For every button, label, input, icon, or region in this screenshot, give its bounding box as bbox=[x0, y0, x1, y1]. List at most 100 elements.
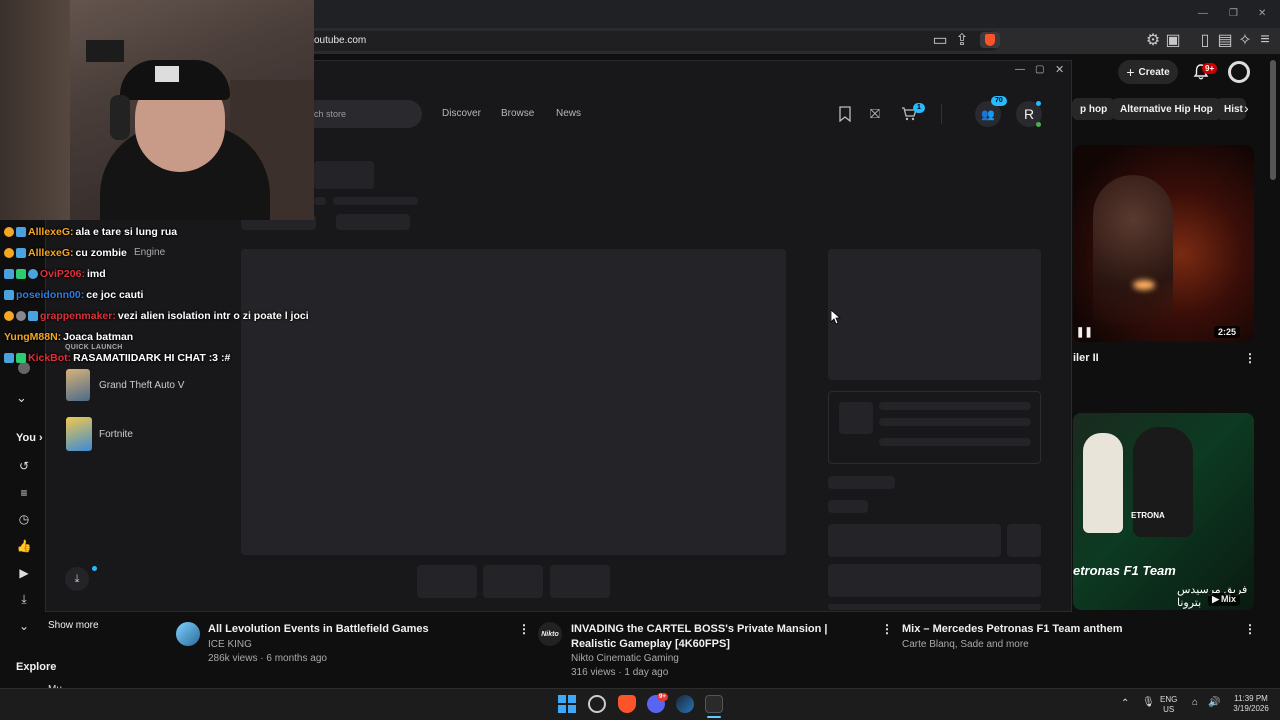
plus-icon: + bbox=[1126, 64, 1135, 80]
chevron-down-icon[interactable]: ⌄ bbox=[16, 390, 27, 406]
launcher-maximize-button[interactable]: ▢ bbox=[1035, 64, 1044, 75]
window-minimize-button[interactable]: — bbox=[1198, 8, 1208, 19]
your-videos-icon[interactable]: ▶ bbox=[16, 565, 32, 581]
extensions-icon[interactable]: ⚙ bbox=[1146, 32, 1160, 49]
downloads-icon[interactable]: ⤓ bbox=[16, 591, 32, 607]
windows-start-icon[interactable] bbox=[558, 695, 576, 713]
menu-icon[interactable]: ≡ bbox=[1258, 31, 1272, 48]
chip-alternative-hip-hop[interactable]: Alternative Hip Hop bbox=[1112, 98, 1221, 120]
quick-launch-gta-v[interactable]: Grand Theft Auto V bbox=[99, 380, 184, 391]
brave-icon[interactable] bbox=[618, 695, 636, 713]
account-avatar[interactable] bbox=[1228, 61, 1250, 83]
video-title[interactable]: INVADING the CARTEL BOSS's Private Mansi… bbox=[571, 622, 871, 652]
thumbnail-person bbox=[1133, 427, 1193, 537]
friends-count-badge: 70 bbox=[991, 96, 1007, 106]
leo-icon[interactable]: ✧ bbox=[1238, 32, 1252, 49]
chat-username[interactable]: poseidonn00: bbox=[16, 289, 84, 301]
chat-message: KickBot: RASAMATIIDARK HI CHAT :3 :# bbox=[4, 352, 230, 364]
chat-username[interactable]: KickBot: bbox=[28, 352, 71, 364]
chat-username[interactable]: YungM88N: bbox=[4, 331, 61, 343]
video-title[interactable]: Mix – Mercedes Petronas F1 Team anthem bbox=[902, 622, 1232, 637]
more-options-icon[interactable]: ⋮ bbox=[518, 622, 530, 636]
chat-text: cu zombie bbox=[75, 247, 127, 259]
brave-shield-icon[interactable] bbox=[980, 32, 1000, 48]
history-icon[interactable]: ↺ bbox=[16, 458, 32, 474]
region-code: US bbox=[1163, 705, 1175, 714]
video-thumbnail[interactable]: ETRONA etronas F1 Team فريق مرسيدس بترون… bbox=[1073, 413, 1254, 610]
gta-v-icon[interactable] bbox=[66, 369, 90, 401]
verified-badge-icon bbox=[16, 353, 26, 363]
channel-avatar[interactable]: Nikto bbox=[538, 622, 562, 646]
obs-icon[interactable] bbox=[588, 695, 606, 713]
epic-games-icon[interactable] bbox=[705, 695, 723, 713]
skeleton-placeholder bbox=[879, 438, 1031, 446]
video-title[interactable]: iler II bbox=[1073, 351, 1099, 366]
sidebar-show-more[interactable]: Show more bbox=[48, 620, 99, 631]
network-icon[interactable]: ⌂ bbox=[1192, 697, 1198, 708]
chip-history[interactable]: Hist bbox=[1216, 98, 1246, 120]
clock[interactable]: 11:39 PM 3/19/2026 bbox=[1228, 694, 1274, 714]
skeleton-placeholder bbox=[828, 564, 1041, 597]
playlists-icon[interactable]: ≡ bbox=[16, 485, 32, 501]
more-options-icon[interactable]: ⋮ bbox=[1244, 351, 1256, 365]
chat-badge-icon bbox=[16, 311, 26, 321]
more-options-icon[interactable]: ⋮ bbox=[881, 622, 893, 636]
gift-icon[interactable]: ⛝ bbox=[870, 106, 884, 122]
skeleton-placeholder bbox=[417, 565, 477, 598]
chat-username[interactable]: AlllexeG: bbox=[28, 226, 74, 238]
nav-news[interactable]: News bbox=[556, 108, 581, 119]
quick-launch-heading: QUICK LAUNCH bbox=[65, 344, 123, 351]
fortnite-icon[interactable] bbox=[66, 417, 92, 451]
volume-icon[interactable]: 🔊 bbox=[1208, 697, 1220, 708]
sword-badge-icon bbox=[4, 269, 14, 279]
window-restore-button[interactable]: ❐ bbox=[1229, 8, 1238, 19]
language-indicator[interactable]: ENG US bbox=[1160, 695, 1177, 715]
watch-later-icon[interactable]: ◷ bbox=[16, 511, 32, 527]
channel-name[interactable]: Nikto Cinematic Gaming bbox=[571, 653, 679, 664]
chat-message: YungM88N: Joaca batman bbox=[4, 331, 133, 343]
downloads-icon[interactable]: ⤓ bbox=[65, 567, 89, 591]
chat-badge-icon bbox=[16, 227, 26, 237]
video-thumbnail[interactable]: 2:25 ❚❚ bbox=[1073, 145, 1254, 342]
sidebar-you[interactable]: You › bbox=[16, 432, 43, 444]
launcher-minimize-button[interactable]: — bbox=[1015, 64, 1025, 75]
nav-discover[interactable]: Discover bbox=[442, 108, 481, 119]
channel-avatar[interactable] bbox=[176, 622, 200, 646]
wishlist-bookmark-icon[interactable] bbox=[838, 106, 852, 123]
wallet-icon[interactable]: ▤ bbox=[1217, 32, 1232, 49]
more-options-icon[interactable]: ⋮ bbox=[1244, 622, 1256, 636]
chat-username[interactable]: OviP206: bbox=[40, 268, 85, 280]
share-icon[interactable]: ⇪ bbox=[955, 32, 969, 49]
liked-videos-icon[interactable]: 👍 bbox=[16, 538, 32, 554]
screenshot-icon[interactable]: ▣ bbox=[1165, 32, 1180, 49]
skeleton-placeholder bbox=[1007, 524, 1041, 557]
chat-username[interactable]: AlllexeG: bbox=[28, 247, 74, 259]
quick-launch-fortnite[interactable]: Fortnite bbox=[99, 429, 133, 440]
chevron-right-icon[interactable]: › bbox=[1244, 100, 1249, 116]
address-bar[interactable]: outube.com bbox=[300, 31, 1000, 51]
launcher-close-button[interactable]: ✕ bbox=[1055, 63, 1064, 76]
chat-text: Joaca batman bbox=[63, 331, 134, 343]
page-scrollbar[interactable] bbox=[1270, 60, 1276, 180]
webcam-overlay bbox=[0, 0, 314, 220]
sidebar-icon[interactable]: ▯ bbox=[1198, 32, 1212, 49]
channel-name[interactable]: Carte Blanq, Sade and more bbox=[902, 639, 1029, 650]
microphone-icon[interactable]: 🎙 bbox=[1142, 697, 1155, 708]
webcam-cap-logo bbox=[155, 66, 179, 82]
chat-username[interactable]: grappenmaker: bbox=[40, 310, 116, 322]
video-title[interactable]: All Levolution Events in Battlefield Gam… bbox=[208, 622, 508, 637]
nav-browse[interactable]: Browse bbox=[501, 108, 534, 119]
cast-icon[interactable]: ▭ bbox=[932, 32, 947, 49]
create-button[interactable]: + Create bbox=[1118, 60, 1178, 84]
clock-date: 3/19/2026 bbox=[1233, 704, 1269, 713]
steam-icon[interactable] bbox=[676, 695, 694, 713]
chevron-up-icon[interactable]: ⌃ bbox=[1121, 698, 1129, 709]
chevron-down-icon[interactable]: ⌄ bbox=[16, 618, 32, 634]
chat-text: vezi alien isolation intr o zi poate l j… bbox=[117, 310, 309, 322]
store-search-input[interactable]: ch store bbox=[300, 100, 422, 128]
channel-name[interactable]: ICE KING bbox=[208, 639, 252, 650]
pause-icon[interactable]: ❚❚ bbox=[1076, 327, 1093, 338]
window-close-button[interactable]: ✕ bbox=[1258, 8, 1266, 19]
chip-hip-hop[interactable]: p hop bbox=[1072, 98, 1116, 120]
nav-unreal-engine[interactable]: Engine bbox=[134, 247, 165, 258]
